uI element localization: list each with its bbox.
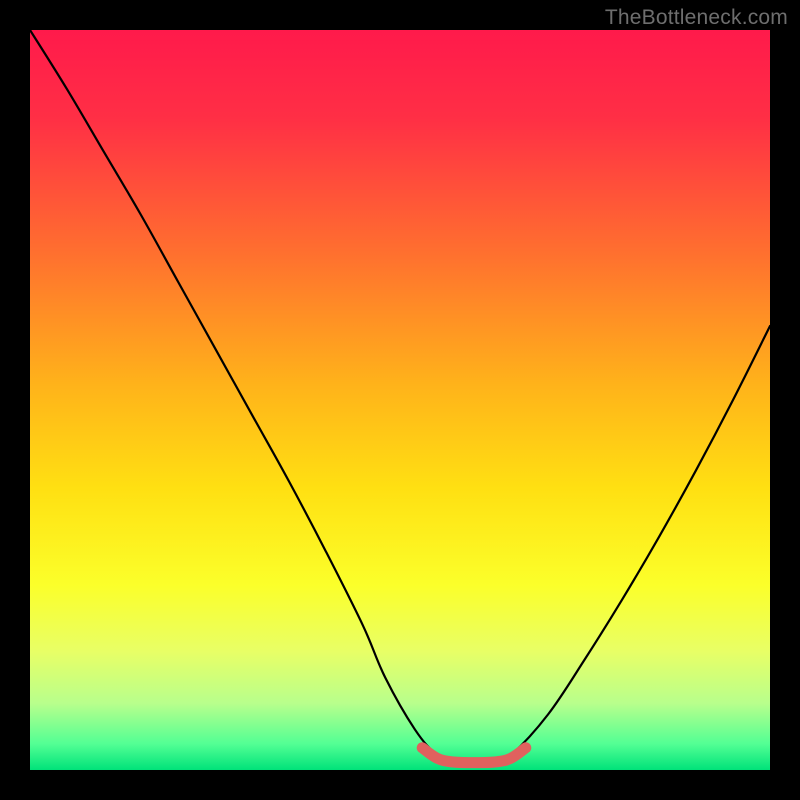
bottleneck-curve (30, 30, 770, 763)
watermark-label: TheBottleneck.com (605, 6, 788, 30)
plot-area (30, 30, 770, 770)
curve-layer (30, 30, 770, 770)
notch-marker (422, 748, 526, 763)
chart-stage: TheBottleneck.com (0, 0, 800, 800)
